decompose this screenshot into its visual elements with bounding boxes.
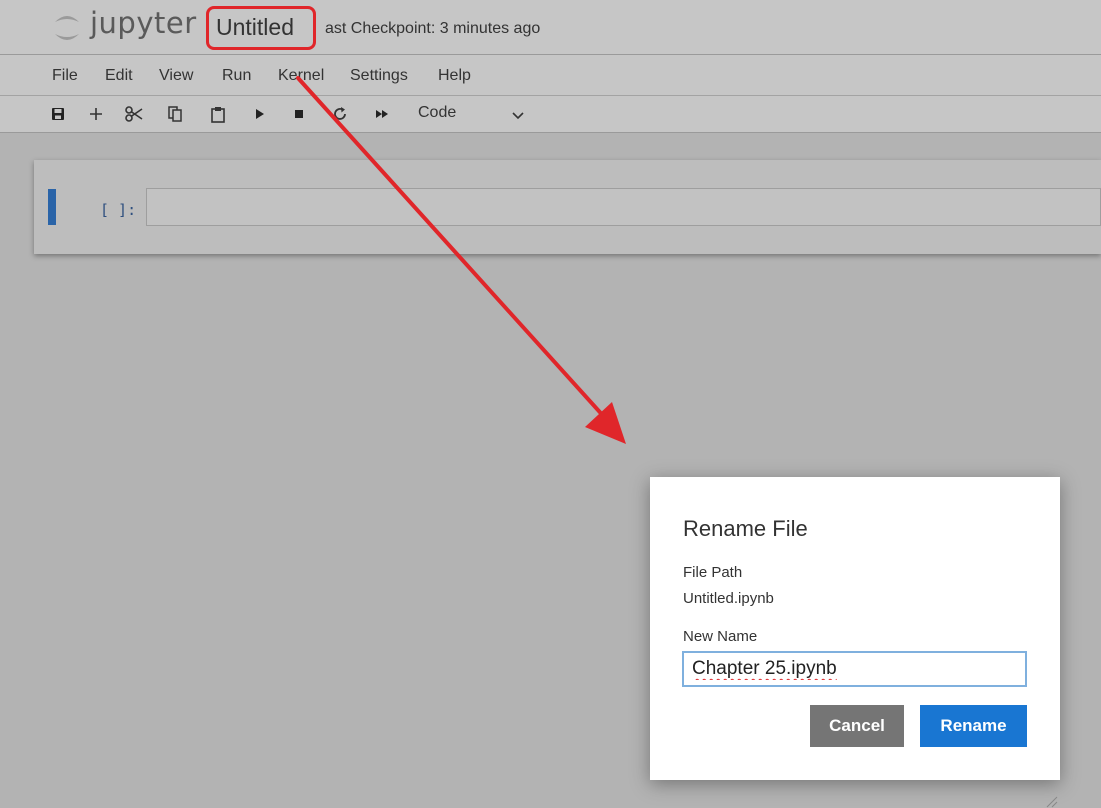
file-path-label: File Path xyxy=(683,564,743,581)
restart-icon[interactable] xyxy=(328,102,352,126)
menu-view[interactable]: View xyxy=(159,67,193,85)
stop-icon[interactable] xyxy=(287,102,311,126)
toolbar-divider xyxy=(0,132,1101,133)
fast-forward-icon[interactable] xyxy=(370,102,394,126)
resize-handle-icon[interactable] xyxy=(1044,794,1058,808)
jupyter-logo-icon xyxy=(55,16,79,40)
dialog-title: Rename File xyxy=(683,516,808,541)
paste-icon[interactable] xyxy=(206,102,230,126)
cell-prompt: [ ]: xyxy=(100,201,137,219)
logo-text: jupyter xyxy=(90,6,197,40)
cut-icon[interactable] xyxy=(122,102,146,126)
new-name-input[interactable] xyxy=(682,651,1027,687)
active-cell-marker xyxy=(48,189,56,225)
copy-icon[interactable] xyxy=(163,102,187,126)
notebook-header: jupyter Untitled ast Checkpoint: 3 minut… xyxy=(0,0,1101,54)
cell-input[interactable] xyxy=(146,188,1101,226)
title-highlight-annotation xyxy=(206,6,316,50)
cancel-button[interactable]: Cancel xyxy=(810,705,904,747)
add-icon[interactable] xyxy=(84,102,108,126)
chevron-down-icon[interactable] xyxy=(512,112,524,120)
run-icon[interactable] xyxy=(248,102,272,126)
checkpoint-status: ast Checkpoint: 3 minutes ago xyxy=(325,20,541,37)
menu-run[interactable]: Run xyxy=(222,67,251,85)
cell-type-select[interactable]: Code xyxy=(418,104,456,122)
menu-edit[interactable]: Edit xyxy=(105,67,133,85)
save-icon[interactable] xyxy=(46,102,70,126)
menu-help[interactable]: Help xyxy=(438,67,471,85)
menubar: File Edit View Run Kernel Settings Help xyxy=(0,55,1101,95)
menu-file[interactable]: File xyxy=(52,67,78,85)
toolbar xyxy=(0,96,1101,132)
menu-settings[interactable]: Settings xyxy=(350,67,408,85)
menu-kernel[interactable]: Kernel xyxy=(278,67,324,85)
new-name-label: New Name xyxy=(683,628,758,645)
rename-button[interactable]: Rename xyxy=(920,705,1027,747)
file-path-value: Untitled.ipynb xyxy=(683,590,774,607)
